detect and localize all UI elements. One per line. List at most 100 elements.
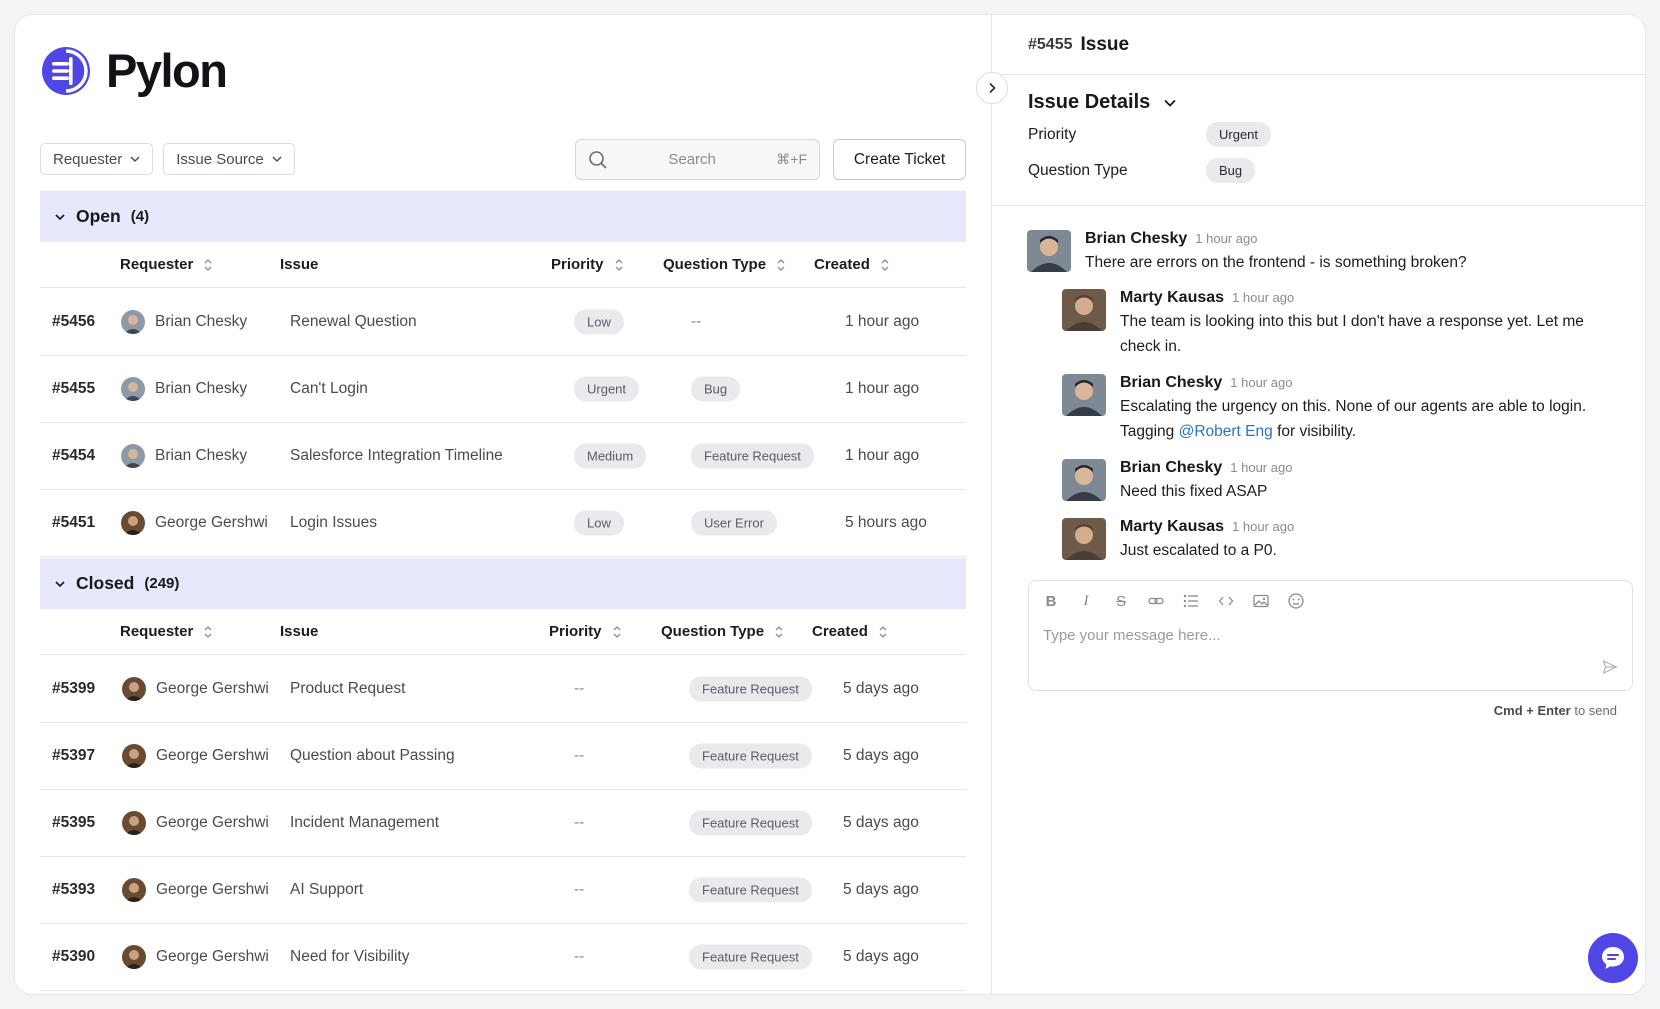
closed-column-headers: Requester Issue Priority Question Type C… bbox=[40, 609, 966, 655]
question-type-value: Feature Request bbox=[689, 676, 812, 702]
emoji-icon[interactable] bbox=[1288, 593, 1304, 609]
chevron-down-icon bbox=[1164, 99, 1176, 107]
create-ticket-button[interactable]: Create Ticket bbox=[833, 139, 966, 180]
closed-group-header[interactable]: Closed (249) bbox=[40, 558, 966, 609]
ticket-header: #5455 Issue bbox=[992, 15, 1645, 75]
column-issue-label: Issue bbox=[280, 256, 319, 273]
question-type-badge: Feature Request bbox=[689, 810, 812, 836]
open-group-header[interactable]: Open (4) bbox=[40, 191, 966, 242]
strikethrough-icon[interactable]: S bbox=[1113, 593, 1129, 610]
send-icon[interactable] bbox=[1602, 659, 1618, 675]
question-type-value: Bug bbox=[691, 376, 741, 402]
column-priority[interactable]: Priority bbox=[551, 256, 624, 273]
priority-label: Priority bbox=[1028, 125, 1077, 143]
table-row[interactable]: #5393 George Gershwi AI Support -- Featu… bbox=[40, 857, 966, 924]
message-time: 1 hour ago bbox=[1230, 375, 1293, 390]
avatar bbox=[122, 945, 146, 969]
column-requester[interactable]: Requester bbox=[120, 623, 213, 640]
message: Marty Kausas 1 hour ago The team is looki… bbox=[1062, 289, 1600, 359]
search-input[interactable]: Search ⌘+F bbox=[575, 139, 820, 180]
user-mention-link[interactable]: @Robert Eng bbox=[1179, 423, 1273, 440]
ticket-id: #5454 bbox=[52, 447, 96, 464]
avatar bbox=[1062, 289, 1106, 331]
priority-badge[interactable]: Urgent bbox=[1206, 122, 1272, 147]
image-icon[interactable] bbox=[1253, 593, 1269, 609]
requester-name: George Gershwi bbox=[156, 814, 269, 831]
issue-title: Renewal Question bbox=[290, 313, 417, 330]
code-icon[interactable] bbox=[1218, 593, 1234, 609]
app-window: Pylon Requester Issue Source Search ⌘+F … bbox=[14, 14, 1646, 995]
priority-value: -- bbox=[574, 814, 585, 831]
message-author: Brian Chesky bbox=[1085, 230, 1188, 247]
sort-icon bbox=[879, 625, 887, 638]
table-row[interactable]: #5390 George Gershwi Need for Visibility… bbox=[40, 924, 966, 991]
table-row[interactable]: #5399 George Gershwi Product Request -- … bbox=[40, 656, 966, 723]
list-icon[interactable] bbox=[1183, 593, 1199, 609]
message-text: The team is looking into this but I don'… bbox=[1120, 313, 1584, 355]
italic-icon[interactable]: I bbox=[1078, 593, 1094, 609]
message-input[interactable]: Type your message here... bbox=[1043, 627, 1221, 644]
issue-source-filter[interactable]: Issue Source bbox=[163, 143, 295, 175]
column-requester-label: Requester bbox=[120, 623, 194, 640]
requester-name: George Gershwi bbox=[156, 680, 269, 697]
created-time: 5 days ago bbox=[843, 680, 919, 697]
column-requester-label: Requester bbox=[120, 256, 194, 273]
requester-cell: Brian Chesky bbox=[121, 310, 247, 334]
requester-name: George Gershwi bbox=[156, 747, 269, 764]
question-type-badge[interactable]: Bug bbox=[1206, 158, 1256, 183]
chevron-down-icon bbox=[272, 156, 282, 162]
created-time: 1 hour ago bbox=[845, 380, 920, 397]
table-row[interactable]: #5456 Brian Chesky Renewal Question Low … bbox=[40, 289, 966, 356]
column-question-type[interactable]: Question Type bbox=[663, 256, 786, 273]
table-row[interactable]: #5454 Brian Chesky Salesforce Integratio… bbox=[40, 423, 966, 490]
requester-name: Brian Chesky bbox=[155, 313, 248, 330]
requester-filter[interactable]: Requester bbox=[40, 143, 154, 175]
table-row[interactable]: #5455 Brian Chesky Can't Login Urgent Bu… bbox=[40, 356, 966, 423]
send-hint: Cmd + Enter to send bbox=[1494, 703, 1617, 718]
issue-details-toggle[interactable]: Issue Details bbox=[1028, 91, 1178, 114]
collapse-panel-button[interactable] bbox=[976, 72, 1008, 104]
requester-name: George Gershwi bbox=[155, 514, 268, 531]
column-requester[interactable]: Requester bbox=[120, 256, 213, 273]
sort-icon bbox=[204, 258, 212, 271]
sort-icon bbox=[775, 625, 783, 638]
bold-icon[interactable]: B bbox=[1043, 593, 1059, 610]
priority-badge: Low bbox=[574, 510, 624, 536]
priority-value: -- bbox=[574, 747, 585, 764]
created-time: 5 days ago bbox=[843, 881, 919, 898]
link-icon[interactable] bbox=[1148, 593, 1164, 609]
message-time: 1 hour ago bbox=[1232, 290, 1295, 305]
chat-bubble-icon bbox=[1602, 947, 1624, 969]
table-row[interactable]: #5395 George Gershwi Incident Management… bbox=[40, 790, 966, 857]
avatar bbox=[122, 677, 146, 701]
ticket-detail-panel: #5455 Issue Issue Details Priority Urgen… bbox=[991, 15, 1645, 994]
table-row[interactable]: #5397 George Gershwi Question about Pass… bbox=[40, 723, 966, 790]
column-priority[interactable]: Priority bbox=[549, 623, 622, 640]
column-created[interactable]: Created bbox=[814, 256, 890, 273]
logo: Pylon bbox=[40, 43, 228, 98]
column-question-type[interactable]: Question Type bbox=[661, 623, 784, 640]
message-composer[interactable]: B I S Type your message here... bbox=[1028, 580, 1633, 691]
sort-icon bbox=[615, 258, 622, 271]
issue-title: Need for Visibility bbox=[290, 948, 410, 965]
closed-group-count: (249) bbox=[144, 575, 180, 592]
priority-value: Low bbox=[574, 510, 624, 536]
avatar bbox=[122, 811, 146, 835]
message-author: Brian Chesky bbox=[1120, 459, 1223, 476]
question-type-value: Feature Request bbox=[689, 743, 812, 769]
chat-widget-button[interactable] bbox=[1588, 933, 1638, 983]
table-row[interactable]: #5451 George Gershwi Login Issues Low Us… bbox=[40, 490, 966, 557]
ticket-id: #5455 bbox=[1028, 35, 1073, 53]
priority-badge: Urgent bbox=[574, 376, 640, 402]
message-text: Just escalated to a P0. bbox=[1120, 542, 1277, 559]
requester-name: George Gershwi bbox=[156, 948, 269, 965]
column-issue: Issue bbox=[280, 623, 318, 640]
open-group-count: (4) bbox=[130, 208, 150, 225]
issue-title: Can't Login bbox=[290, 380, 368, 397]
column-priority-label: Priority bbox=[551, 256, 604, 273]
send-hint-keys: Cmd + Enter bbox=[1493, 703, 1571, 718]
chevron-down-icon bbox=[55, 213, 65, 220]
requester-cell: George Gershwi bbox=[122, 945, 269, 969]
column-created[interactable]: Created bbox=[812, 623, 888, 640]
open-column-headers: Requester Issue Priority Question Type C… bbox=[40, 242, 966, 288]
